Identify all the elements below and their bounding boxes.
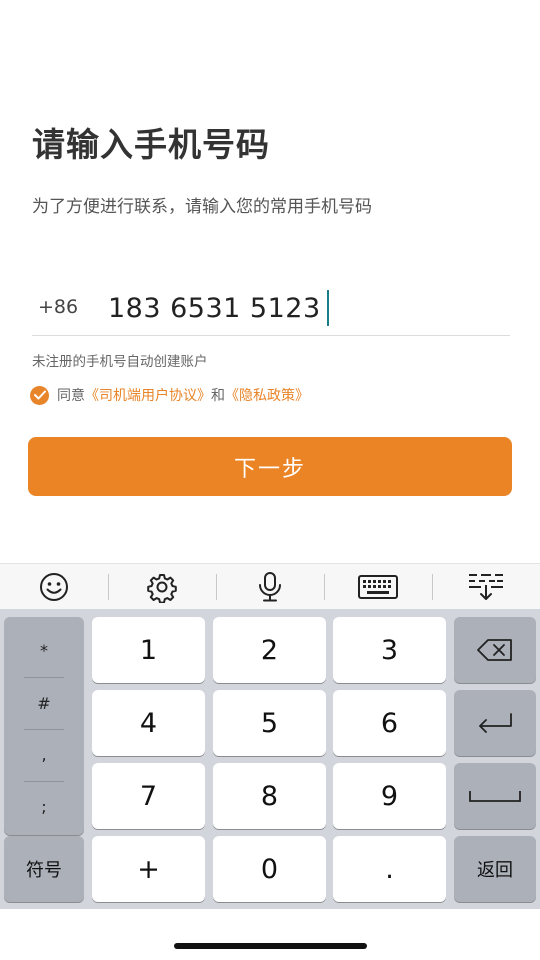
user-agreement-link[interactable]: 《司机端用户协议》	[85, 385, 211, 405]
agreement-row: 同意 《司机端用户协议》 和 《隐私政策》	[30, 385, 309, 405]
symbol-key-comma[interactable]: ,	[4, 745, 84, 764]
agreement-checkbox[interactable]	[30, 385, 49, 405]
phone-input-row[interactable]: +86 183 6531 5123	[32, 284, 510, 336]
key-plus[interactable]: +	[92, 836, 205, 902]
phone-number-value: 183 6531 5123	[108, 292, 321, 324]
symbol-divider	[24, 729, 64, 730]
privacy-policy-link[interactable]: 《隐私政策》	[225, 385, 309, 405]
register-hint: 未注册的手机号自动创建账户	[32, 354, 208, 370]
text-caret	[326, 290, 329, 326]
symbol-switch-key[interactable]: 符号	[4, 836, 84, 902]
next-button[interactable]: 下一步	[28, 437, 512, 496]
key-8[interactable]: 8	[213, 763, 326, 829]
keyboard-toolbar	[0, 563, 540, 609]
symbol-key-asterisk[interactable]: *	[4, 641, 84, 660]
symbol-divider	[24, 781, 64, 782]
space-icon	[469, 791, 521, 802]
symbol-divider	[24, 677, 64, 678]
key-7[interactable]: 7	[92, 763, 205, 829]
key-dot[interactable]: .	[333, 836, 446, 902]
key-3[interactable]: 3	[333, 617, 446, 683]
key-4[interactable]: 4	[92, 690, 205, 756]
home-indicator	[174, 943, 367, 949]
key-9[interactable]: 9	[333, 763, 446, 829]
symbol-column[interactable]: * # , ;	[4, 617, 84, 835]
key-2[interactable]: 2	[213, 617, 326, 683]
check-icon	[33, 390, 46, 400]
enter-icon	[479, 713, 512, 733]
keyboard-switch-button[interactable]	[324, 564, 432, 610]
country-code[interactable]: +86	[38, 296, 78, 318]
voice-input-button[interactable]	[216, 564, 324, 610]
keyboard-icon	[358, 574, 398, 599]
phone-number-field[interactable]: 183 6531 5123	[108, 290, 329, 326]
key-5[interactable]: 5	[213, 690, 326, 756]
hide-keyboard-icon	[469, 573, 503, 600]
settings-button[interactable]	[108, 564, 216, 610]
hide-keyboard-button[interactable]	[432, 564, 540, 610]
enter-key[interactable]	[454, 690, 536, 756]
symbol-key-semicolon[interactable]: ;	[4, 797, 84, 816]
smiley-icon	[40, 572, 68, 601]
symbol-key-hash[interactable]: #	[4, 694, 84, 713]
backspace-key[interactable]	[454, 617, 536, 683]
agreement-prefix: 同意	[57, 388, 85, 404]
numeric-keyboard: * # , ; 1 2 3 4 5 6 7 8 9 符号 + 0 . 返回	[0, 609, 540, 909]
page-subtitle: 为了方便进行联系，请输入您的常用手机号码	[32, 197, 372, 217]
page-title: 请输入手机号码	[32, 125, 270, 164]
key-0[interactable]: 0	[213, 836, 326, 902]
space-key[interactable]	[454, 763, 536, 829]
gear-icon	[147, 573, 177, 603]
agreement-conjunction: 和	[211, 388, 225, 404]
return-key[interactable]: 返回	[454, 836, 536, 902]
emoji-button[interactable]	[0, 564, 108, 610]
key-6[interactable]: 6	[333, 690, 446, 756]
microphone-icon	[259, 571, 281, 601]
key-1[interactable]: 1	[92, 617, 205, 683]
backspace-icon	[477, 639, 512, 661]
